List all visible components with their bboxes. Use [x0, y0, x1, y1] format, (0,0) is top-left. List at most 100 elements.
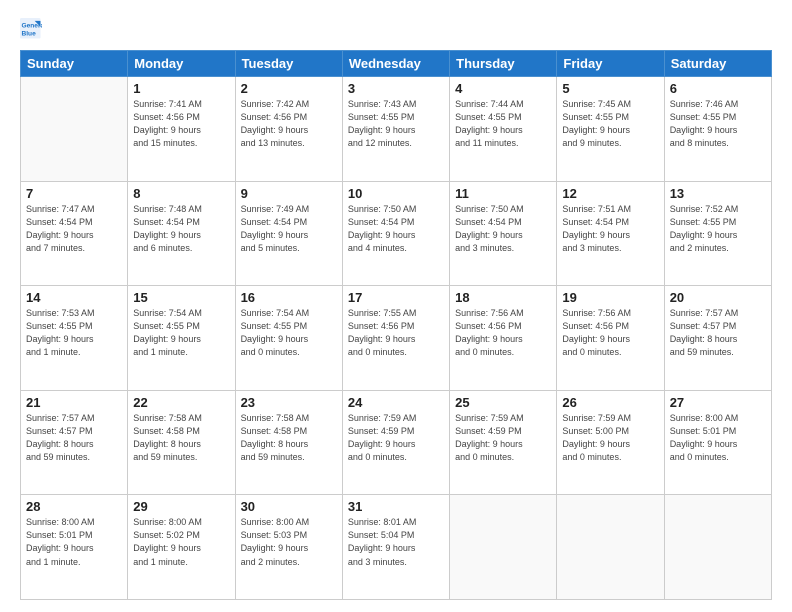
day-number: 21 [26, 395, 122, 410]
day-info: Sunrise: 8:00 AM Sunset: 5:01 PM Dayligh… [26, 516, 122, 568]
header: General Blue [20, 18, 772, 40]
day-number: 15 [133, 290, 229, 305]
day-info: Sunrise: 7:59 AM Sunset: 5:00 PM Dayligh… [562, 412, 658, 464]
day-number: 13 [670, 186, 766, 201]
day-info: Sunrise: 7:57 AM Sunset: 4:57 PM Dayligh… [670, 307, 766, 359]
day-number: 2 [241, 81, 337, 96]
day-info: Sunrise: 7:56 AM Sunset: 4:56 PM Dayligh… [562, 307, 658, 359]
weekday-header-monday: Monday [128, 51, 235, 77]
day-cell: 5 Sunrise: 7:45 AM Sunset: 4:55 PM Daylig… [557, 77, 664, 182]
day-cell: 1 Sunrise: 7:41 AM Sunset: 4:56 PM Daylig… [128, 77, 235, 182]
day-info: Sunrise: 7:52 AM Sunset: 4:55 PM Dayligh… [670, 203, 766, 255]
day-cell: 31 Sunrise: 8:01 AM Sunset: 5:04 PM Dayli… [342, 495, 449, 600]
day-cell: 22Sunrise: 7:58 AM Sunset: 4:58 PM Dayli… [128, 390, 235, 495]
weekday-header-tuesday: Tuesday [235, 51, 342, 77]
day-cell: 16 Sunrise: 7:54 AM Sunset: 4:55 PM Dayli… [235, 286, 342, 391]
day-info: Sunrise: 7:46 AM Sunset: 4:55 PM Dayligh… [670, 98, 766, 150]
day-info: Sunrise: 7:48 AM Sunset: 4:54 PM Dayligh… [133, 203, 229, 255]
week-row-1: 1 Sunrise: 7:41 AM Sunset: 4:56 PM Daylig… [21, 77, 772, 182]
day-cell: 15 Sunrise: 7:54 AM Sunset: 4:55 PM Dayli… [128, 286, 235, 391]
day-number: 9 [241, 186, 337, 201]
day-cell [21, 77, 128, 182]
day-info: Sunrise: 7:55 AM Sunset: 4:56 PM Dayligh… [348, 307, 444, 359]
week-row-2: 7 Sunrise: 7:47 AM Sunset: 4:54 PM Daylig… [21, 181, 772, 286]
day-cell: 24Sunrise: 7:59 AM Sunset: 4:59 PM Dayli… [342, 390, 449, 495]
day-info: Sunrise: 7:51 AM Sunset: 4:54 PM Dayligh… [562, 203, 658, 255]
day-info: Sunrise: 8:00 AM Sunset: 5:01 PM Dayligh… [670, 412, 766, 464]
weekday-header-sunday: Sunday [21, 51, 128, 77]
day-info: Sunrise: 7:45 AM Sunset: 4:55 PM Dayligh… [562, 98, 658, 150]
day-cell: 21Sunrise: 7:57 AM Sunset: 4:57 PM Dayli… [21, 390, 128, 495]
day-cell: 25 Sunrise: 7:59 AM Sunset: 4:59 PM Dayli… [450, 390, 557, 495]
day-number: 7 [26, 186, 122, 201]
day-cell: 20 Sunrise: 7:57 AM Sunset: 4:57 PM Dayli… [664, 286, 771, 391]
day-info: Sunrise: 8:01 AM Sunset: 5:04 PM Dayligh… [348, 516, 444, 568]
day-number: 10 [348, 186, 444, 201]
day-info: Sunrise: 7:49 AM Sunset: 4:54 PM Dayligh… [241, 203, 337, 255]
day-info: Sunrise: 7:59 AM Sunset: 4:59 PM Dayligh… [348, 412, 444, 464]
day-number: 17 [348, 290, 444, 305]
day-number: 16 [241, 290, 337, 305]
day-info: Sunrise: 8:00 AM Sunset: 5:03 PM Dayligh… [241, 516, 337, 568]
day-cell [664, 495, 771, 600]
day-cell: 10 Sunrise: 7:50 AM Sunset: 4:54 PM Dayli… [342, 181, 449, 286]
day-number: 3 [348, 81, 444, 96]
day-number: 27 [670, 395, 766, 410]
day-number: 25 [455, 395, 551, 410]
day-cell: 28 Sunrise: 8:00 AM Sunset: 5:01 PM Dayli… [21, 495, 128, 600]
week-row-4: 21Sunrise: 7:57 AM Sunset: 4:57 PM Dayli… [21, 390, 772, 495]
day-cell: 18 Sunrise: 7:56 AM Sunset: 4:56 PM Dayli… [450, 286, 557, 391]
day-info: Sunrise: 7:43 AM Sunset: 4:55 PM Dayligh… [348, 98, 444, 150]
day-cell: 26 Sunrise: 7:59 AM Sunset: 5:00 PM Dayli… [557, 390, 664, 495]
day-cell: 13 Sunrise: 7:52 AM Sunset: 4:55 PM Dayli… [664, 181, 771, 286]
day-number: 23 [241, 395, 337, 410]
day-cell: 4Sunrise: 7:44 AM Sunset: 4:55 PM Daylig… [450, 77, 557, 182]
weekday-header-thursday: Thursday [450, 51, 557, 77]
day-number: 26 [562, 395, 658, 410]
day-cell [450, 495, 557, 600]
day-info: Sunrise: 7:54 AM Sunset: 4:55 PM Dayligh… [241, 307, 337, 359]
calendar: SundayMondayTuesdayWednesdayThursdayFrid… [20, 50, 772, 600]
day-number: 5 [562, 81, 658, 96]
day-number: 1 [133, 81, 229, 96]
day-cell: 12 Sunrise: 7:51 AM Sunset: 4:54 PM Dayli… [557, 181, 664, 286]
day-info: Sunrise: 7:53 AM Sunset: 4:55 PM Dayligh… [26, 307, 122, 359]
day-info: Sunrise: 7:42 AM Sunset: 4:56 PM Dayligh… [241, 98, 337, 150]
day-info: Sunrise: 7:50 AM Sunset: 4:54 PM Dayligh… [455, 203, 551, 255]
day-cell: 6Sunrise: 7:46 AM Sunset: 4:55 PM Daylig… [664, 77, 771, 182]
day-number: 14 [26, 290, 122, 305]
day-cell: 11 Sunrise: 7:50 AM Sunset: 4:54 PM Dayli… [450, 181, 557, 286]
day-cell: 23 Sunrise: 7:58 AM Sunset: 4:58 PM Dayli… [235, 390, 342, 495]
day-number: 12 [562, 186, 658, 201]
day-info: Sunrise: 7:50 AM Sunset: 4:54 PM Dayligh… [348, 203, 444, 255]
day-cell: 30 Sunrise: 8:00 AM Sunset: 5:03 PM Dayli… [235, 495, 342, 600]
day-info: Sunrise: 7:59 AM Sunset: 4:59 PM Dayligh… [455, 412, 551, 464]
day-number: 20 [670, 290, 766, 305]
day-info: Sunrise: 7:44 AM Sunset: 4:55 PM Dayligh… [455, 98, 551, 150]
day-info: Sunrise: 8:00 AM Sunset: 5:02 PM Dayligh… [133, 516, 229, 568]
logo: General Blue [20, 18, 42, 40]
day-cell: 3 Sunrise: 7:43 AM Sunset: 4:55 PM Daylig… [342, 77, 449, 182]
day-info: Sunrise: 7:58 AM Sunset: 4:58 PM Dayligh… [241, 412, 337, 464]
day-number: 29 [133, 499, 229, 514]
day-info: Sunrise: 7:41 AM Sunset: 4:56 PM Dayligh… [133, 98, 229, 150]
day-info: Sunrise: 7:54 AM Sunset: 4:55 PM Dayligh… [133, 307, 229, 359]
weekday-header-saturday: Saturday [664, 51, 771, 77]
weekday-header-friday: Friday [557, 51, 664, 77]
day-number: 19 [562, 290, 658, 305]
day-cell: 14 Sunrise: 7:53 AM Sunset: 4:55 PM Dayli… [21, 286, 128, 391]
day-cell: 9 Sunrise: 7:49 AM Sunset: 4:54 PM Daylig… [235, 181, 342, 286]
day-cell: 8Sunrise: 7:48 AM Sunset: 4:54 PM Daylig… [128, 181, 235, 286]
day-cell: 27 Sunrise: 8:00 AM Sunset: 5:01 PM Dayli… [664, 390, 771, 495]
logo-icon: General Blue [20, 18, 42, 40]
day-number: 31 [348, 499, 444, 514]
day-number: 30 [241, 499, 337, 514]
day-cell: 7 Sunrise: 7:47 AM Sunset: 4:54 PM Daylig… [21, 181, 128, 286]
day-number: 28 [26, 499, 122, 514]
day-info: Sunrise: 7:56 AM Sunset: 4:56 PM Dayligh… [455, 307, 551, 359]
day-info: Sunrise: 7:58 AM Sunset: 4:58 PM Dayligh… [133, 412, 229, 464]
day-info: Sunrise: 7:47 AM Sunset: 4:54 PM Dayligh… [26, 203, 122, 255]
day-cell: 29 Sunrise: 8:00 AM Sunset: 5:02 PM Dayli… [128, 495, 235, 600]
day-number: 18 [455, 290, 551, 305]
day-number: 11 [455, 186, 551, 201]
